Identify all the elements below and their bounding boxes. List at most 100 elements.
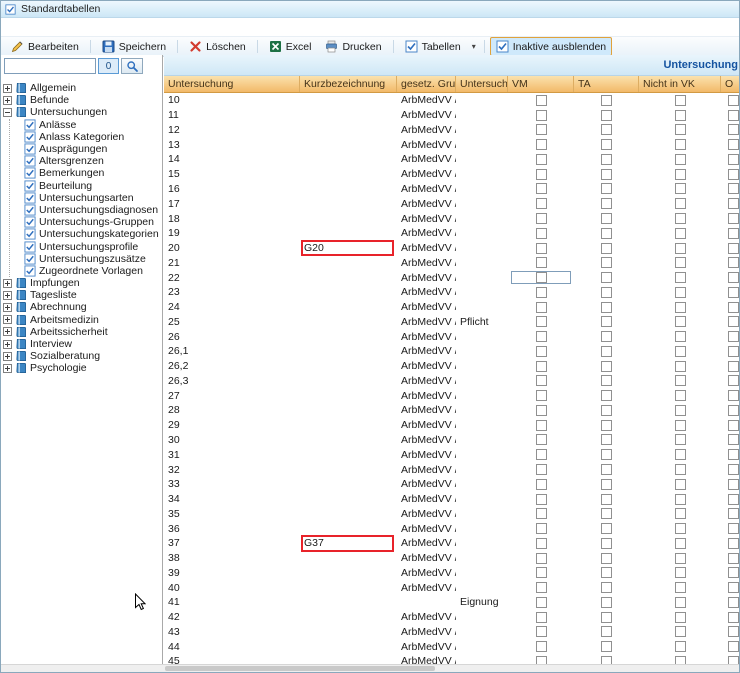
tree-item-untersuchungen[interactable]: Untersuchungen [3,106,162,118]
o-checkbox[interactable] [727,272,739,284]
search-button[interactable] [121,58,143,74]
ta-checkbox[interactable] [601,183,612,195]
ta-checkbox[interactable] [601,198,612,210]
o-checkbox[interactable] [727,390,739,402]
ta-checkbox[interactable] [601,286,612,298]
vm-checkbox[interactable] [535,508,547,520]
table-row[interactable]: 29 ArbMedVV / [164,418,739,433]
nvk-checkbox[interactable] [674,626,686,638]
vm-checkbox[interactable] [535,404,547,416]
table-row[interactable]: 14 ArbMedVV / [164,152,739,167]
expand-icon[interactable] [3,95,12,105]
table-row[interactable]: 20 G20 ArbMedVV / [164,239,739,257]
vm-checkbox[interactable] [535,611,547,623]
vm-checkbox[interactable] [535,272,547,284]
ta-checkbox[interactable] [601,508,612,520]
table-row[interactable]: 12 ArbMedVV / [164,123,739,138]
nvk-checkbox[interactable] [674,464,686,476]
vm-checkbox[interactable] [535,139,547,151]
o-checkbox[interactable] [727,94,739,106]
collapse-icon[interactable] [3,107,12,117]
ta-checkbox[interactable] [601,493,612,505]
expand-icon[interactable] [3,351,12,361]
expand-icon[interactable] [3,278,12,288]
nvk-checkbox[interactable] [674,375,686,387]
tree-item-tagesliste[interactable]: Tagesliste [3,289,162,301]
vm-checkbox[interactable] [535,345,547,357]
ta-checkbox[interactable] [601,537,612,549]
vm-checkbox[interactable] [535,464,547,476]
vm-checkbox[interactable] [535,582,547,594]
table-row[interactable]: 21 ArbMedVV / [164,255,739,270]
tables-button[interactable]: Tabellen [399,37,467,56]
tree-item-allgemein[interactable]: Allgemein [3,82,162,94]
table-row[interactable]: 18 ArbMedVV / [164,211,739,226]
table-row[interactable]: 24 ArbMedVV / [164,300,739,315]
ta-checkbox[interactable] [601,124,612,136]
tree-item-anlass-kategorien[interactable]: Anlass Kategorien [3,131,162,143]
table-row[interactable]: 44 ArbMedVV / [164,639,739,654]
nvk-checkbox[interactable] [674,641,686,653]
nvk-checkbox[interactable] [674,552,686,564]
nvk-checkbox[interactable] [674,257,686,269]
ta-checkbox[interactable] [601,434,612,446]
tree-item-sozialberatung[interactable]: Sozialberatung [3,350,162,362]
vm-checkbox[interactable] [535,286,547,298]
edit-button[interactable]: Bearbeiten [5,37,85,56]
nvk-checkbox[interactable] [674,198,686,210]
o-checkbox[interactable] [727,537,739,549]
column-header-nvk[interactable]: Nicht in VK [639,76,721,92]
ta-checkbox[interactable] [601,213,612,224]
tree-item-psychologie[interactable]: Psychologie [3,362,162,374]
o-checkbox[interactable] [727,641,739,653]
ta-checkbox[interactable] [601,375,612,387]
table-row[interactable]: 39 ArbMedVV / [164,566,739,581]
tree-item-impfungen[interactable]: Impfungen [3,277,162,289]
tree-item-interview[interactable]: Interview [3,338,162,350]
tree-item-untersuchungsarten[interactable]: Untersuchungsarten [3,192,162,204]
tree-item-arbeitsmedizin[interactable]: Arbeitsmedizin [3,314,162,326]
o-checkbox[interactable] [727,582,739,594]
o-checkbox[interactable] [727,464,739,476]
ta-checkbox[interactable] [601,139,612,151]
o-checkbox[interactable] [727,331,739,343]
ta-checkbox[interactable] [601,316,612,328]
ta-checkbox[interactable] [601,390,612,402]
nvk-checkbox[interactable] [674,449,686,461]
table-row[interactable]: 30 ArbMedVV / [164,433,739,448]
save-button[interactable]: Speichern [96,37,172,56]
ta-checkbox[interactable] [601,404,612,416]
o-checkbox[interactable] [727,434,739,446]
tree-item-bemerkungen[interactable]: Bemerkungen [3,167,162,179]
expand-icon[interactable] [3,83,12,93]
nvk-checkbox[interactable] [674,109,686,121]
delete-button[interactable]: Löschen [183,37,252,56]
table-row[interactable]: 34 ArbMedVV / [164,492,739,507]
o-checkbox[interactable] [727,242,739,254]
tree-item-zugeordnete-vorlagen[interactable]: Zugeordnete Vorlagen [3,265,162,277]
o-checkbox[interactable] [727,404,739,416]
column-header-nr[interactable]: Untersuchung [164,76,300,92]
nvk-checkbox[interactable] [674,331,686,343]
vm-checkbox[interactable] [535,523,547,535]
nvk-checkbox[interactable] [674,242,686,254]
table-row[interactable]: 23 ArbMedVV / [164,285,739,300]
tree-item-befunde[interactable]: Befunde [3,94,162,106]
expand-icon[interactable] [3,302,12,312]
table-row[interactable]: 17 ArbMedVV / [164,196,739,211]
table-row[interactable]: 16 ArbMedVV / [164,182,739,197]
nvk-checkbox[interactable] [674,419,686,431]
vm-checkbox[interactable] [535,641,547,653]
ta-checkbox[interactable] [601,272,612,284]
ta-checkbox[interactable] [601,464,612,476]
o-checkbox[interactable] [727,345,739,357]
table-row[interactable]: 15 ArbMedVV / [164,167,739,182]
table-row[interactable]: 40 ArbMedVV / [164,580,739,595]
nvk-checkbox[interactable] [674,390,686,402]
ta-checkbox[interactable] [601,478,612,490]
nvk-checkbox[interactable] [674,227,686,239]
vm-checkbox[interactable] [535,124,547,136]
o-checkbox[interactable] [727,316,739,328]
vm-checkbox[interactable] [535,478,547,490]
tree-item-untersuchungskategorien[interactable]: Untersuchungskategorien [3,228,162,240]
